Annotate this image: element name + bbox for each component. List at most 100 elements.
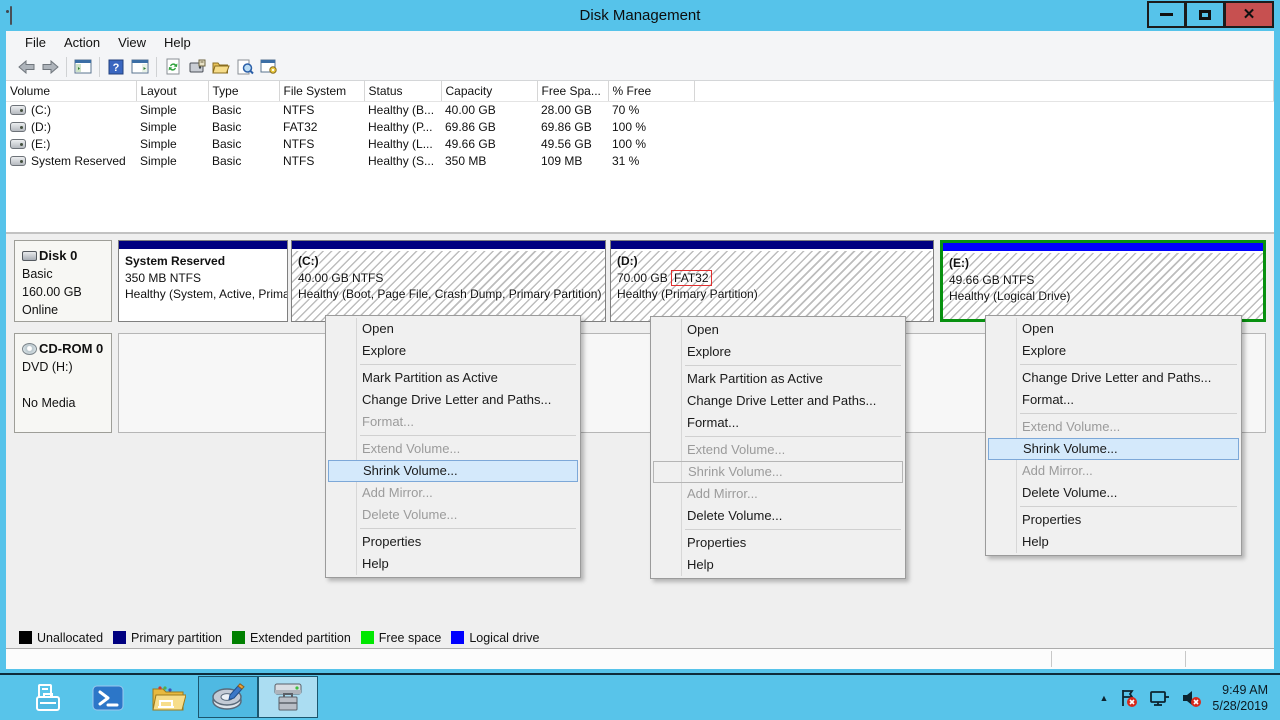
table-row[interactable]: System Reserved SimpleBasic NTFSHealthy … <box>6 152 1274 169</box>
disk0-status: Online <box>22 301 107 319</box>
menu-item-shrink-volume[interactable]: Shrink Volume... <box>988 438 1239 460</box>
show-console-tree-icon[interactable] <box>71 56 95 78</box>
taskbar-server-manager-button[interactable] <box>18 675 78 720</box>
menu-item-shrink-volume[interactable]: Shrink Volume... <box>328 460 578 482</box>
help-icon[interactable]: ? <box>104 56 128 78</box>
table-row[interactable]: (C:) SimpleBasic NTFSHealthy (B... 40.00… <box>6 101 1274 118</box>
col-layout[interactable]: Layout <box>136 81 208 101</box>
menu-item-open[interactable]: Open <box>988 318 1239 340</box>
menu-item-explore[interactable]: Explore <box>653 341 903 363</box>
partition-e[interactable]: (E:) 49.66 GB NTFS Healthy (Logical Driv… <box>940 240 1266 322</box>
menu-item-mark-partition-active[interactable]: Mark Partition as Active <box>328 367 578 389</box>
menu-separator <box>685 365 901 366</box>
window-title: Disk Management <box>0 7 1280 24</box>
col-filler <box>694 81 1274 101</box>
menu-item-help[interactable]: Help <box>988 531 1239 553</box>
toolbar-separator <box>156 57 157 77</box>
col-free-space[interactable]: Free Spa... <box>537 81 608 101</box>
menu-separator <box>360 435 576 436</box>
fat32-annotation-box: FAT32 <box>671 270 711 286</box>
disk0-type: Basic <box>22 265 107 283</box>
forward-icon[interactable] <box>38 56 62 78</box>
menu-item-delete-volume: Delete Volume... <box>328 504 578 526</box>
disk-properties-icon[interactable] <box>185 56 209 78</box>
menu-action[interactable]: Action <box>55 33 109 52</box>
taskbar-file-explorer-button[interactable] <box>138 675 198 720</box>
col-file-system[interactable]: File System <box>279 81 364 101</box>
taskbar-disk-management-button[interactable] <box>258 676 318 718</box>
legend-logical-drive: Logical drive <box>451 631 539 645</box>
menu-help[interactable]: Help <box>155 33 200 52</box>
menu-file[interactable]: File <box>16 33 55 52</box>
menu-item-open[interactable]: Open <box>328 318 578 340</box>
partition-c[interactable]: (C:) 40.00 GB NTFS Healthy (Boot, Page F… <box>291 240 606 322</box>
partition-color-band <box>943 243 1263 253</box>
menu-item-explore[interactable]: Explore <box>328 340 578 362</box>
console-options-icon[interactable] <box>257 56 281 78</box>
find-icon[interactable] <box>233 56 257 78</box>
table-row[interactable]: (D:) SimpleBasic FAT32Healthy (P... 69.8… <box>6 118 1274 135</box>
volume-icon <box>10 156 26 166</box>
show-action-pane-icon[interactable] <box>128 56 152 78</box>
menu-item-open[interactable]: Open <box>653 319 903 341</box>
toolbar-separator <box>66 57 67 77</box>
network-icon[interactable] <box>1148 688 1170 708</box>
menu-item-change-drive-letter[interactable]: Change Drive Letter and Paths... <box>328 389 578 411</box>
refresh-icon[interactable] <box>161 56 185 78</box>
menu-item-format[interactable]: Format... <box>653 412 903 434</box>
menu-item-delete-volume[interactable]: Delete Volume... <box>988 482 1239 504</box>
partition-system-reserved[interactable]: System Reserved 350 MB NTFS Healthy (Sys… <box>118 240 288 322</box>
col-volume[interactable]: Volume <box>6 81 136 101</box>
disk0-size: 160.00 GB <box>22 283 107 301</box>
menu-separator <box>360 528 576 529</box>
cdrom0-label[interactable]: CD-ROM 0 DVD (H:) No Media <box>14 333 112 433</box>
volume-icon <box>10 105 26 115</box>
powershell-icon <box>91 683 125 713</box>
menu-separator <box>1020 413 1237 414</box>
show-hidden-icons-button[interactable]: ▲ <box>1099 693 1108 703</box>
legend-unallocated: Unallocated <box>19 631 103 645</box>
menu-bar: File Action View Help <box>6 31 1274 53</box>
partition-d[interactable]: (D:) 70.00 GB FAT32 Healthy (Primary Par… <box>610 240 934 322</box>
cdrom-media-status: No Media <box>22 394 107 412</box>
menu-separator <box>685 529 901 530</box>
minimize-button[interactable] <box>1147 1 1186 28</box>
menu-item-properties[interactable]: Properties <box>653 532 903 554</box>
legend-swatch <box>232 631 245 644</box>
open-folder-icon[interactable] <box>209 56 233 78</box>
partition-color-band <box>119 241 287 251</box>
taskbar-clock[interactable]: 9:49 AM 5/28/2019 <box>1212 682 1268 714</box>
menu-view[interactable]: View <box>109 33 155 52</box>
menu-item-properties[interactable]: Properties <box>988 509 1239 531</box>
col-capacity[interactable]: Capacity <box>441 81 537 101</box>
col-type[interactable]: Type <box>208 81 279 101</box>
desktop: Disk Management ✕ File Action View Help <box>0 0 1280 720</box>
col-status[interactable]: Status <box>364 81 441 101</box>
disk0-label[interactable]: Disk 0 Basic 160.00 GB Online <box>14 240 112 322</box>
taskbar-partition-tool-button[interactable] <box>198 676 258 718</box>
legend-bar: Unallocated Primary partition Extended p… <box>6 627 1274 648</box>
action-center-flag-icon[interactable] <box>1118 688 1138 708</box>
taskbar-powershell-button[interactable] <box>78 675 138 720</box>
table-row[interactable]: (E:) SimpleBasic NTFSHealthy (L... 49.66… <box>6 135 1274 152</box>
menu-item-explore[interactable]: Explore <box>988 340 1239 362</box>
menu-separator <box>360 364 576 365</box>
col-pct-free[interactable]: % Free <box>608 81 694 101</box>
menu-item-shrink-volume: Shrink Volume... <box>653 461 903 483</box>
menu-item-help[interactable]: Help <box>328 553 578 575</box>
close-button[interactable]: ✕ <box>1225 1 1274 28</box>
menu-item-help[interactable]: Help <box>653 554 903 576</box>
volume-muted-icon[interactable] <box>1180 688 1202 708</box>
menu-item-add-mirror: Add Mirror... <box>653 483 903 505</box>
title-bar[interactable]: Disk Management ✕ <box>0 0 1280 31</box>
menu-item-format[interactable]: Format... <box>988 389 1239 411</box>
maximize-button[interactable] <box>1186 1 1225 28</box>
menu-item-properties[interactable]: Properties <box>328 531 578 553</box>
menu-item-change-drive-letter[interactable]: Change Drive Letter and Paths... <box>988 367 1239 389</box>
menu-item-delete-volume[interactable]: Delete Volume... <box>653 505 903 527</box>
legend-swatch <box>113 631 126 644</box>
toolbar-separator <box>99 57 100 77</box>
menu-item-change-drive-letter[interactable]: Change Drive Letter and Paths... <box>653 390 903 412</box>
menu-item-mark-partition-active[interactable]: Mark Partition as Active <box>653 368 903 390</box>
back-icon[interactable] <box>14 56 38 78</box>
